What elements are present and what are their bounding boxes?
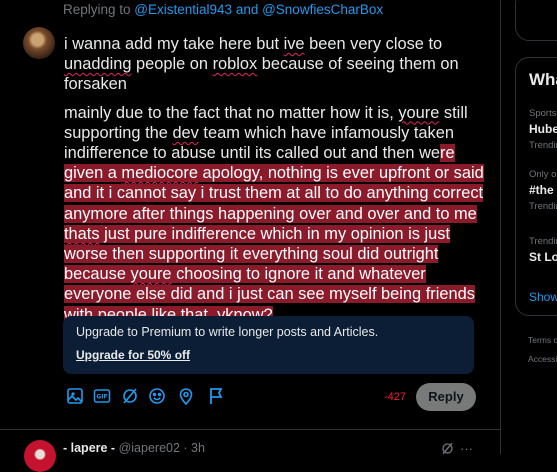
search-card bbox=[515, 0, 557, 41]
footer-link-accessibility[interactable]: Accessib bbox=[528, 354, 557, 364]
location-icon[interactable] bbox=[176, 386, 196, 406]
replying-to-context: Replying to @Existential943 and @Snowfie… bbox=[63, 2, 384, 17]
composer-paragraph: mainly due to the fact that no matter ho… bbox=[64, 103, 484, 324]
emoji-icon[interactable] bbox=[147, 386, 167, 406]
grok-icon[interactable] bbox=[120, 386, 140, 406]
user-avatar[interactable] bbox=[23, 27, 55, 59]
footer-link-terms[interactable]: Terms of bbox=[528, 335, 557, 345]
premium-message: Upgrade to Premium to write longer posts… bbox=[76, 325, 379, 339]
next-post-author[interactable]: - lapere - @iapere02 · 3h bbox=[63, 441, 205, 455]
over-limit-text: youre bbox=[130, 265, 172, 284]
show-more-link[interactable]: Show more bbox=[529, 290, 557, 304]
reply-button[interactable]: Reply bbox=[416, 383, 476, 411]
author-handle-time: @iapere02 · 3h bbox=[118, 441, 205, 455]
trend-item[interactable]: Only on X · Trending #the Trending bbox=[529, 169, 557, 212]
next-post-avatar[interactable] bbox=[24, 440, 56, 472]
reply-handle-link[interactable]: @SnowfiesCharBox bbox=[262, 2, 383, 17]
author-name[interactable]: - lapere - bbox=[63, 441, 115, 455]
post-divider bbox=[0, 429, 500, 430]
trend-item[interactable]: Sports · Trending Hube Trending bbox=[529, 108, 557, 151]
over-limit-text: thats bbox=[64, 224, 100, 243]
trends-panel: What's happening Sports · Trending Hube … bbox=[515, 57, 557, 316]
reply-column: Replying to @Existential943 and @Snowfie… bbox=[0, 0, 501, 472]
premium-upsell-banner: Upgrade to Premium to write longer posts… bbox=[63, 316, 474, 374]
misspelled-word: ive bbox=[283, 35, 305, 53]
trend-item[interactable]: Trending in St Lo bbox=[529, 236, 557, 264]
misspelled-word: youre bbox=[398, 103, 440, 122]
schedule-icon[interactable] bbox=[206, 386, 226, 406]
grok-icon[interactable] bbox=[440, 441, 455, 459]
over-limit-text: mediocore bbox=[121, 164, 198, 183]
image-icon[interactable] bbox=[65, 386, 85, 406]
upgrade-link[interactable]: Upgrade for 50% off bbox=[76, 348, 190, 362]
trends-title: What's happening bbox=[529, 70, 557, 89]
reply-handle-link[interactable]: @Existential943 bbox=[134, 2, 232, 17]
gif-icon[interactable]: GIF bbox=[92, 386, 112, 406]
character-counter: -427 bbox=[384, 391, 407, 403]
reply-composer-textarea[interactable]: i wanna add my take here but ive been ve… bbox=[64, 34, 484, 325]
misspelled-word: dev bbox=[172, 123, 199, 142]
svg-text:GIF: GIF bbox=[96, 394, 107, 401]
misspelled-word: unadding bbox=[64, 55, 132, 74]
composer-paragraph: i wanna add my take here but ive been ve… bbox=[64, 35, 459, 94]
misspelled-word: roblox bbox=[212, 55, 258, 74]
